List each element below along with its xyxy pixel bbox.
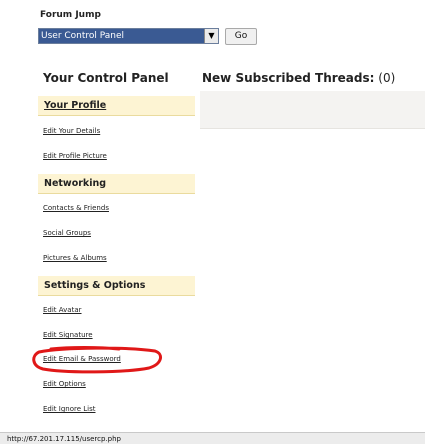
go-button[interactable]: Go xyxy=(225,28,257,45)
status-bar-url: http://67.201.17.115/usercp.php xyxy=(7,435,121,443)
link-edit-profile-picture[interactable]: Edit Profile Picture xyxy=(43,152,107,160)
status-bar: http://67.201.17.115/usercp.php xyxy=(0,432,425,444)
link-edit-options[interactable]: Edit Options xyxy=(43,380,86,388)
section-your-profile-title: Your Profile xyxy=(44,100,107,111)
subscribed-threads-count: (0) xyxy=(378,71,396,85)
control-panel-title: Your Control Panel xyxy=(43,71,169,85)
link-edit-avatar[interactable]: Edit Avatar xyxy=(43,306,82,314)
link-edit-your-details[interactable]: Edit Your Details xyxy=(43,127,100,135)
link-edit-email-password[interactable]: Edit Email & Password xyxy=(43,355,121,363)
link-edit-ignore-list[interactable]: Edit Ignore List xyxy=(43,405,96,413)
link-social-groups[interactable]: Social Groups xyxy=(43,229,91,237)
section-your-profile[interactable]: Your Profile xyxy=(38,96,195,116)
subscribed-threads-heading: New Subscribed Threads: (0) xyxy=(202,71,396,85)
forum-jump-label: Forum Jump xyxy=(40,10,101,20)
section-settings-options: Settings & Options xyxy=(38,276,195,296)
link-contacts-friends[interactable]: Contacts & Friends xyxy=(43,204,109,212)
subscribed-threads-panel xyxy=(200,91,425,129)
triangle-down-icon[interactable]: ▼ xyxy=(204,29,218,43)
subscribed-threads-title: New Subscribed Threads xyxy=(202,71,370,85)
forum-jump-select[interactable]: User Control Panel ▼ xyxy=(38,28,219,44)
section-networking: Networking xyxy=(38,174,195,194)
forum-jump-selected-value: User Control Panel xyxy=(39,29,204,43)
link-pictures-albums[interactable]: Pictures & Albums xyxy=(43,254,107,262)
link-edit-signature[interactable]: Edit Signature xyxy=(43,331,93,339)
